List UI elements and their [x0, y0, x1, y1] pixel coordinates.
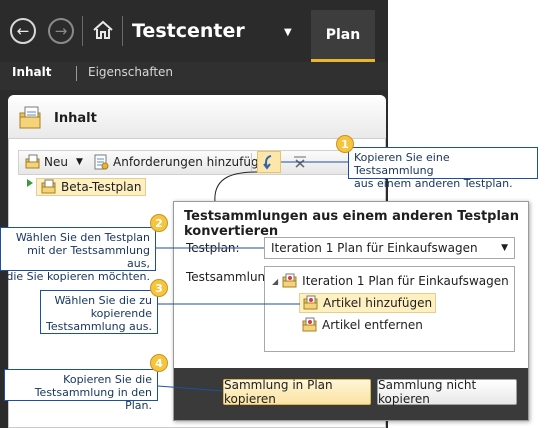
callout-3-line-2: kopierende [90, 307, 152, 320]
callout-4-line-2: Testsammlung in den Plan. [34, 386, 152, 412]
callout-2-line-1: Wählen Sie den Testplan [15, 231, 150, 244]
callout-4: Kopieren Sie die Testsammlung in den Pla… [4, 369, 158, 412]
callout-2-number-badge: 2 [150, 214, 168, 232]
callout-1-number-badge: 1 [336, 135, 354, 153]
callout-1: Kopieren Sie eine Testsammlung aus einem… [348, 147, 538, 190]
callout-2: Wählen Sie den Testplan mit der Testsamm… [0, 227, 156, 283]
callout-2-line-2: mit der Testsammlung aus, [27, 244, 150, 270]
callout-3-line-3: Testsammlung aus. [46, 320, 152, 333]
callout-3: Wählen Sie die zu kopierende Testsammlun… [40, 290, 158, 334]
callout-leader-lines [156, 161, 348, 392]
callout-3-line-1: Wählen Sie die zu [54, 294, 152, 307]
callout-4-line-1: Kopieren Sie die [63, 373, 152, 386]
callout-1-line-2: aus einem anderen Testplan. [354, 177, 513, 190]
callout-3-number-badge: 3 [150, 279, 168, 297]
callout-2-line-3: die Sie kopieren möchten. [6, 270, 150, 283]
callout-4-number-badge: 4 [150, 354, 168, 372]
callout-1-line-1: Kopieren Sie eine Testsammlung [354, 151, 450, 177]
